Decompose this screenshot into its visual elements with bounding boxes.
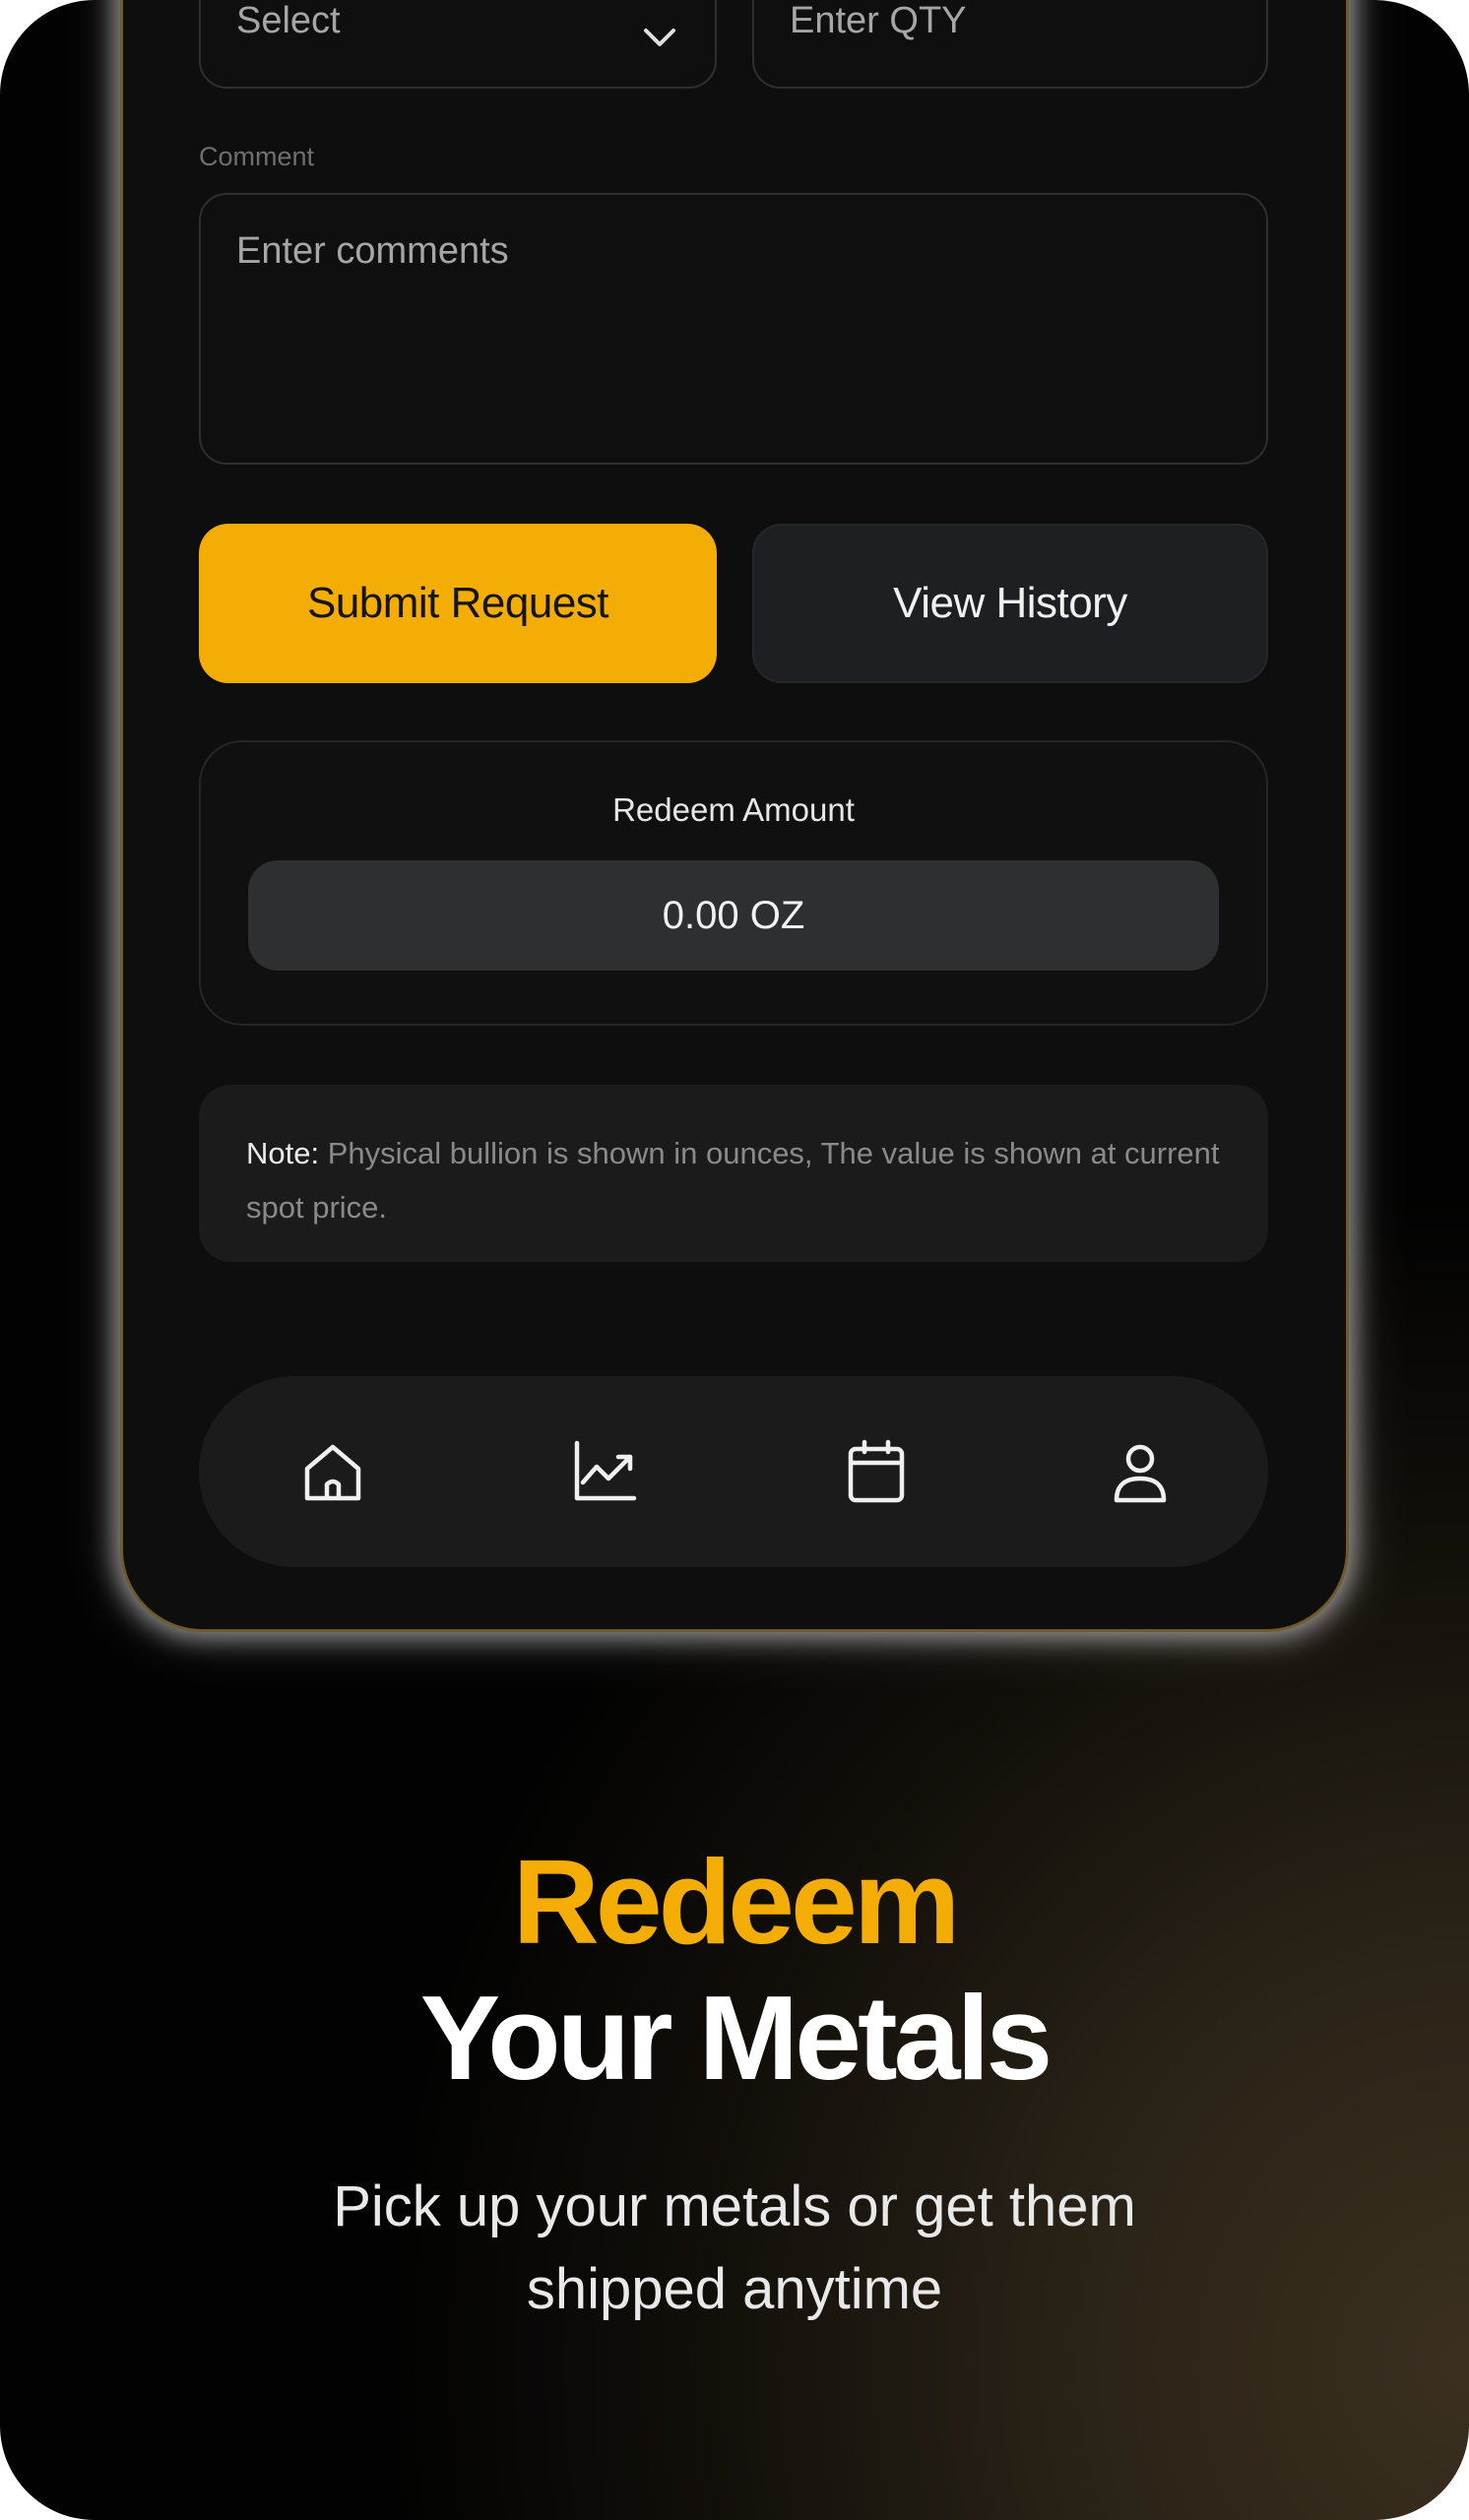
note-box: Note: Physical bullion is shown in ounce…	[199, 1085, 1268, 1262]
comment-placeholder: Enter comments	[236, 230, 509, 272]
chevron-down-icon	[644, 29, 675, 46]
headline-accent: Redeem	[512, 1835, 961, 1969]
redeem-amount-value: 0.00 OZ	[248, 860, 1219, 971]
promo-subtitle: Pick up your metals or get them shipped …	[0, 2166, 1469, 2331]
comment-textarea[interactable]: Enter comments	[199, 193, 1268, 465]
chart-icon[interactable]	[569, 1437, 640, 1508]
calendar-icon[interactable]	[841, 1437, 912, 1508]
note-text: Physical bullion is shown in ounces, The…	[246, 1136, 1220, 1225]
redeem-amount-panel: Redeem Amount 0.00 OZ	[199, 740, 1268, 1026]
home-icon[interactable]	[297, 1437, 368, 1508]
redeem-amount-title: Redeem Amount	[612, 791, 855, 828]
promo-subtitle-text: Pick up your metals or get them shipped …	[333, 2174, 1136, 2321]
metal-select-value: Select	[236, 0, 341, 41]
headline-main: Your Metals	[419, 1971, 1053, 2105]
submit-request-button[interactable]: Submit Request	[199, 524, 717, 683]
bottom-navigation	[199, 1376, 1268, 1567]
qty-placeholder: Enter QTY	[790, 0, 967, 41]
note-prefix: Note:	[246, 1136, 320, 1170]
profile-icon[interactable]	[1105, 1437, 1176, 1508]
metal-select[interactable]: Select	[199, 0, 717, 89]
promo-card: Select Enter QTY Comment Enter comments …	[0, 0, 1469, 2520]
comment-label: Comment	[199, 142, 315, 171]
view-history-button[interactable]: View History	[752, 524, 1268, 683]
qty-input[interactable]: Enter QTY	[752, 0, 1268, 89]
